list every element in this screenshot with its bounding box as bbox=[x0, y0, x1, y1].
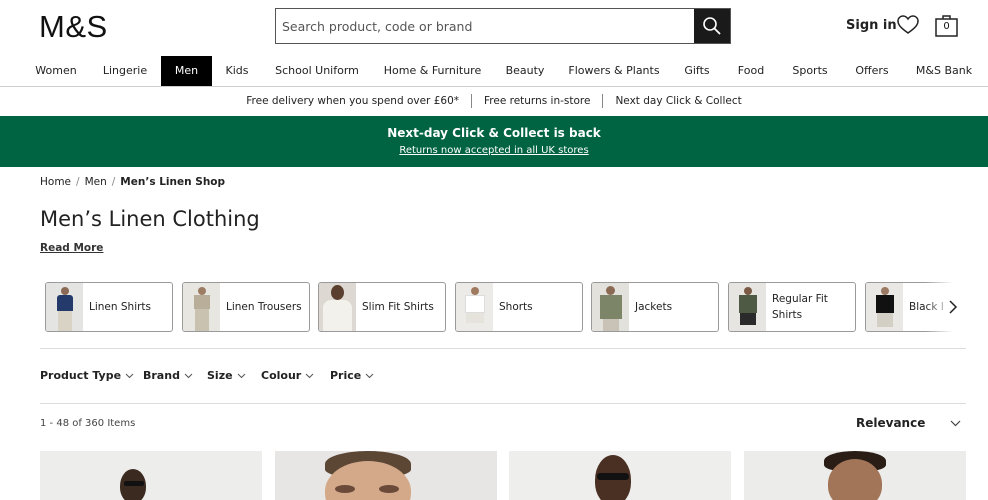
category-label: Regular Fit Shirts bbox=[772, 293, 828, 321]
filter-price[interactable]: Price bbox=[330, 369, 374, 382]
search-input[interactable] bbox=[276, 9, 694, 43]
nav-item-men[interactable]: Men bbox=[161, 56, 212, 86]
category-carousel: Linen Shirts Linen Trousers Slim Fit Shi… bbox=[45, 282, 965, 332]
category-thumbnail bbox=[866, 283, 903, 331]
category-tile-jackets[interactable]: Jackets bbox=[591, 282, 719, 332]
category-thumbnail bbox=[456, 283, 493, 331]
usp-free-returns[interactable]: Free returns in-store bbox=[484, 95, 590, 107]
nav-item-kids[interactable]: Kids bbox=[218, 56, 256, 86]
main-navigation: Women Lingerie Men Kids School Uniform H… bbox=[0, 56, 988, 87]
category-label: Jackets bbox=[635, 301, 673, 313]
chevron-down-icon bbox=[305, 373, 314, 378]
divider bbox=[40, 403, 966, 404]
category-thumbnail bbox=[729, 283, 766, 331]
category-thumbnail bbox=[46, 283, 83, 331]
breadcrumb-men[interactable]: Men bbox=[85, 176, 107, 188]
chevron-down-icon bbox=[125, 373, 134, 378]
product-image[interactable] bbox=[275, 451, 497, 500]
chevron-down-icon bbox=[184, 373, 193, 378]
promo-title: Next-day Click & Collect is back bbox=[387, 126, 601, 140]
chevron-down-icon bbox=[365, 373, 374, 378]
nav-item-flowers-plants[interactable]: Flowers & Plants bbox=[566, 56, 662, 86]
breadcrumb-separator: / bbox=[111, 176, 116, 188]
filter-label: Product Type bbox=[40, 369, 122, 382]
usp-divider bbox=[602, 94, 604, 108]
promo-banner[interactable]: Next-day Click & Collect is back Returns… bbox=[0, 116, 988, 167]
nav-item-sports[interactable]: Sports bbox=[787, 56, 833, 86]
category-tile-linen-trousers[interactable]: Linen Trousers bbox=[182, 282, 310, 332]
nav-item-women[interactable]: Women bbox=[28, 56, 84, 86]
category-label: Slim Fit Shirts bbox=[362, 301, 434, 313]
filter-label: Brand bbox=[143, 369, 180, 382]
category-tile-slim-fit-shirts[interactable]: Slim Fit Shirts bbox=[318, 282, 446, 332]
filter-label: Price bbox=[330, 369, 362, 382]
filter-label: Colour bbox=[261, 369, 302, 382]
product-image[interactable] bbox=[744, 451, 966, 500]
promo-link[interactable]: Returns now accepted in all UK stores bbox=[0, 145, 988, 156]
page-title: Men’s Linen Clothing bbox=[40, 207, 260, 231]
category-thumbnail bbox=[183, 283, 220, 331]
carousel-next-button[interactable] bbox=[943, 297, 963, 317]
breadcrumb-home[interactable]: Home bbox=[40, 176, 71, 188]
breadcrumb-current: Men’s Linen Shop bbox=[120, 176, 226, 188]
usp-divider bbox=[471, 94, 472, 108]
search-icon bbox=[703, 17, 721, 35]
search-button[interactable] bbox=[694, 9, 730, 43]
chevron-down-icon[interactable] bbox=[950, 420, 961, 427]
usp-next-day[interactable]: Next day Click & Collect bbox=[615, 95, 741, 107]
nav-item-offers[interactable]: Offers bbox=[849, 56, 895, 86]
chevron-down-icon bbox=[237, 373, 245, 378]
nav-item-school-uniform[interactable]: School Uniform bbox=[270, 56, 364, 86]
sign-in-link[interactable]: Sign in bbox=[846, 18, 897, 33]
breadcrumb: Home / Men / Men’s Linen Shop bbox=[40, 176, 225, 188]
category-label: Linen Trousers bbox=[226, 301, 302, 313]
read-more-link[interactable]: Read More bbox=[40, 242, 103, 254]
usp-free-delivery[interactable]: Free delivery when you spend over £60* bbox=[246, 95, 459, 107]
category-tile-linen-shirts[interactable]: Linen Shirts bbox=[45, 282, 173, 332]
bag-count: 0 bbox=[943, 21, 950, 32]
breadcrumb-separator: / bbox=[76, 176, 80, 188]
chevron-right-icon bbox=[949, 300, 958, 314]
category-thumbnail bbox=[592, 283, 629, 331]
category-label: Linen Shirts bbox=[89, 301, 152, 313]
nav-item-home-furniture[interactable]: Home & Furniture bbox=[380, 56, 485, 86]
usp-bar: Free delivery when you spend over £60* F… bbox=[0, 87, 988, 115]
site-header: M&S Sign in 0 bbox=[0, 0, 988, 58]
search-bar bbox=[275, 8, 731, 44]
nav-item-beauty[interactable]: Beauty bbox=[499, 56, 551, 86]
nav-item-lingerie[interactable]: Lingerie bbox=[97, 56, 153, 86]
category-thumbnail bbox=[319, 283, 356, 331]
nav-item-ms-bank[interactable]: M&S Bank bbox=[912, 56, 976, 86]
wishlist-heart-icon[interactable] bbox=[897, 15, 919, 35]
sort-dropdown[interactable]: Relevance bbox=[856, 416, 925, 430]
result-count: 1 - 48 of 360 Items bbox=[40, 418, 136, 429]
divider bbox=[40, 348, 966, 349]
shopping-bag-button[interactable]: 0 bbox=[935, 14, 958, 37]
product-image[interactable] bbox=[40, 451, 262, 500]
filter-size[interactable]: Size bbox=[207, 369, 246, 382]
filter-product-type[interactable]: Product Type bbox=[40, 369, 134, 382]
filter-colour[interactable]: Colour bbox=[261, 369, 314, 382]
category-label: Shorts bbox=[499, 301, 533, 313]
product-image[interactable] bbox=[509, 451, 731, 500]
filter-label: Size bbox=[207, 369, 233, 382]
category-tile-regular-fit-shirts[interactable]: Regular Fit Shirts bbox=[728, 282, 856, 332]
nav-item-food[interactable]: Food bbox=[732, 56, 770, 86]
nav-item-gifts[interactable]: Gifts bbox=[677, 56, 717, 86]
filter-brand[interactable]: Brand bbox=[143, 369, 193, 382]
category-tile-shorts[interactable]: Shorts bbox=[455, 282, 583, 332]
brand-logo[interactable]: M&S bbox=[39, 9, 108, 45]
